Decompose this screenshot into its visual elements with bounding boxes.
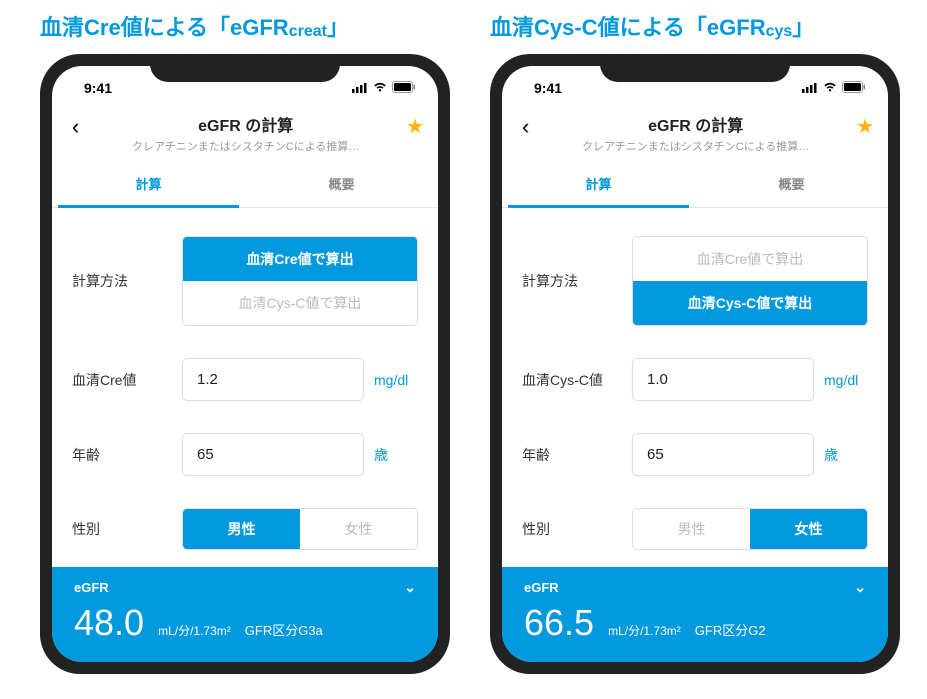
sex-female[interactable]: 女性	[750, 509, 867, 549]
status-time: 9:41	[74, 80, 112, 96]
method-segmented: 血清Cre値で算出 血清Cys-C値で算出	[632, 236, 868, 326]
result-class: GFR区分G2	[695, 620, 766, 639]
marker-label: 血清Cre値	[72, 370, 182, 390]
phone-left: 9:41 ‹ eGFR の計算 クレアチニンまたはシスタチンCによる推算… ★	[40, 54, 450, 674]
sex-segmented: 男性 女性	[182, 508, 418, 550]
marker-unit: mg/dl	[824, 372, 868, 388]
method-cre[interactable]: 血清Cre値で算出	[633, 237, 867, 281]
status-time: 9:41	[524, 80, 562, 96]
battery-icon	[842, 80, 866, 96]
chevron-down-icon[interactable]: ⌄	[854, 579, 866, 596]
page-title: eGFR の計算	[85, 112, 406, 136]
method-segmented: 血清Cre値で算出 血清Cys-C値で算出	[182, 236, 418, 326]
sex-male[interactable]: 男性	[633, 509, 750, 549]
method-cys[interactable]: 血清Cys-C値で算出	[183, 281, 417, 325]
favorite-star-icon[interactable]: ★	[406, 114, 424, 139]
wifi-icon	[372, 80, 388, 96]
age-unit: 歳	[374, 445, 418, 465]
age-unit: 歳	[824, 445, 868, 465]
age-input[interactable]: 65	[632, 433, 814, 476]
back-button[interactable]: ‹	[66, 114, 85, 140]
signal-icon	[802, 80, 818, 96]
signal-icon	[352, 80, 368, 96]
result-class: GFR区分G3a	[245, 620, 323, 639]
age-label: 年齢	[522, 445, 632, 465]
notch	[150, 54, 340, 82]
headline-right: 血清Cys-C値による「eGFRcys」	[490, 10, 900, 42]
headline-left: 血清Cre値による「eGFRcreat」	[40, 10, 450, 42]
result-unit: mL/分/1.73m²	[158, 622, 231, 639]
favorite-star-icon[interactable]: ★	[856, 114, 874, 139]
sex-label: 性別	[522, 519, 632, 539]
sex-female[interactable]: 女性	[300, 509, 417, 549]
sex-segmented: 男性 女性	[632, 508, 868, 550]
marker-input[interactable]: 1.0	[632, 358, 814, 401]
tab-desc[interactable]: 概要	[245, 160, 438, 207]
result-unit: mL/分/1.73m²	[608, 622, 681, 639]
page-subtitle: クレアチニンまたはシスタチンCによる推算…	[85, 138, 406, 154]
method-cys[interactable]: 血清Cys-C値で算出	[633, 281, 867, 325]
method-label: 計算方法	[72, 271, 182, 291]
marker-unit: mg/dl	[374, 372, 418, 388]
method-cre[interactable]: 血清Cre値で算出	[183, 237, 417, 281]
marker-label: 血清Cys-C値	[522, 370, 632, 390]
tab-calc[interactable]: 計算	[52, 160, 245, 207]
chevron-down-icon[interactable]: ⌄	[404, 579, 416, 596]
result-label: eGFR	[74, 580, 109, 595]
age-label: 年齢	[72, 445, 182, 465]
marker-input[interactable]: 1.2	[182, 358, 364, 401]
notch	[600, 54, 790, 82]
phone-right: 9:41 ‹ eGFR の計算 クレアチニンまたはシスタチンCによる推算… ★	[490, 54, 900, 674]
sex-label: 性別	[72, 519, 182, 539]
age-input[interactable]: 65	[182, 433, 364, 476]
method-label: 計算方法	[522, 271, 632, 291]
result-label: eGFR	[524, 580, 559, 595]
page-title: eGFR の計算	[535, 112, 856, 136]
battery-icon	[392, 80, 416, 96]
result-panel[interactable]: eGFR ⌄ 48.0 mL/分/1.73m² GFR区分G3a	[52, 567, 438, 662]
sex-male[interactable]: 男性	[183, 509, 300, 549]
page-subtitle: クレアチニンまたはシスタチンCによる推算…	[535, 138, 856, 154]
tab-calc[interactable]: 計算	[502, 160, 695, 207]
tab-desc[interactable]: 概要	[695, 160, 888, 207]
result-value: 48.0	[74, 602, 144, 644]
wifi-icon	[822, 80, 838, 96]
result-panel[interactable]: eGFR ⌄ 66.5 mL/分/1.73m² GFR区分G2	[502, 567, 888, 662]
back-button[interactable]: ‹	[516, 114, 535, 140]
result-value: 66.5	[524, 602, 594, 644]
